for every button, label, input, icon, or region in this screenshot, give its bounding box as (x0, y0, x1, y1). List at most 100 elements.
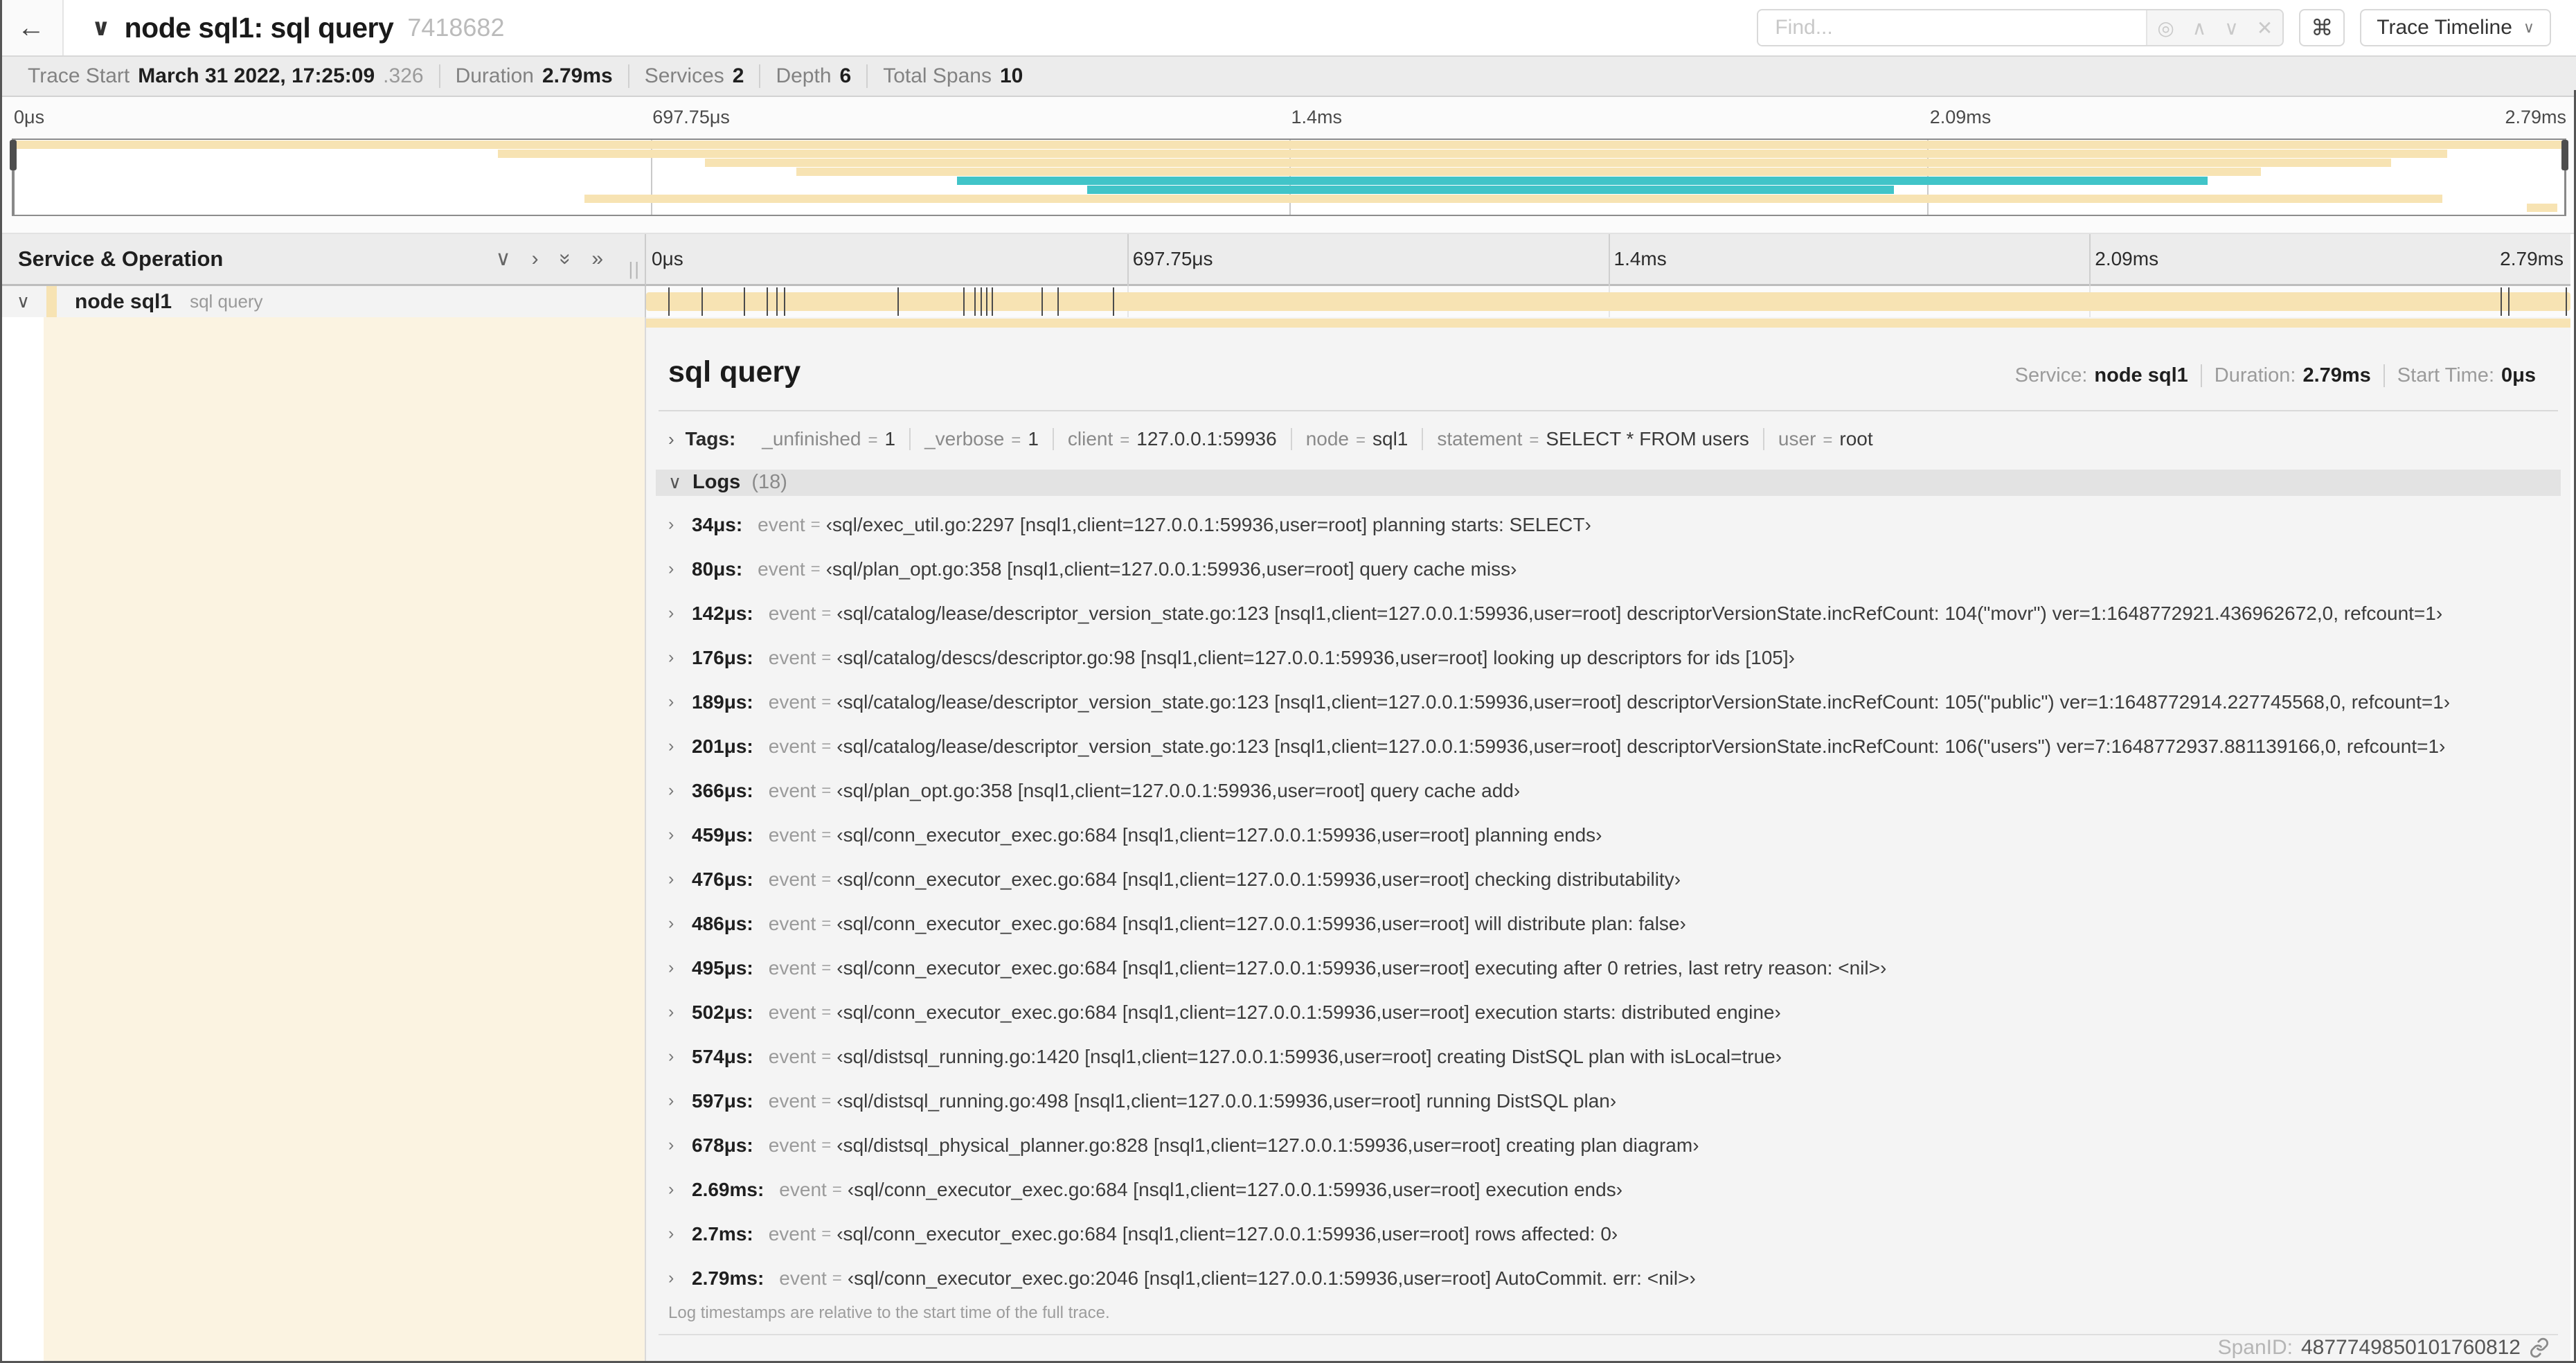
log-event-tick (2500, 287, 2502, 316)
log-equals: = (810, 515, 821, 534)
log-field-key: event (768, 691, 816, 713)
page-title: node sql1: sql query (124, 11, 394, 44)
log-field-key: event (768, 868, 816, 890)
log-entry[interactable]: › 459μs: event = ‹sql/conn_executor_exec.go:… (656, 813, 2561, 857)
collapse-trace-chevron-icon[interactable]: ∨ (91, 14, 111, 42)
log-entry[interactable]: › 502μs: event = ‹sql/conn_executor_exec.go:… (656, 990, 2561, 1035)
chevron-right-icon: › (668, 515, 674, 534)
detail-meta-label: Start Time: (2397, 364, 2494, 386)
log-timestamp: 176μs: (692, 646, 753, 668)
logs-header[interactable]: ∨ Logs (18) (656, 470, 2561, 496)
log-equals: = (832, 1268, 842, 1288)
log-entry[interactable]: › 2.69ms: event = ‹sql/conn_executor_exec.go… (656, 1168, 2561, 1212)
spanid-value: 4877749850101760812 (2300, 1336, 2521, 1360)
collapse-children-chevron-icon[interactable]: ∨ (17, 291, 30, 312)
log-field-key: event (768, 779, 816, 801)
log-entry[interactable]: › 2.79ms: event = ‹sql/conn_executor_exec.go… (656, 1256, 2561, 1301)
keyboard-shortcuts-button[interactable]: ⌘ (2299, 9, 2345, 46)
tag-item: node = sql1 (1290, 428, 1422, 450)
log-equals: = (821, 692, 832, 711)
log-entry[interactable]: › 597μs: event = ‹sql/distsql_running.go:498… (656, 1079, 2561, 1123)
log-entry[interactable]: › 80μs: event = ‹sql/plan_opt.go:358 [nsql1,… (656, 547, 2561, 591)
summary-label: Depth (776, 64, 832, 87)
log-field-key: event (779, 1178, 827, 1200)
expand-all-icon[interactable]: » (554, 253, 577, 265)
summary-label: Duration (455, 64, 534, 87)
collapse-one-level-icon[interactable]: ∨ (496, 249, 511, 269)
log-field-value: ‹sql/plan_opt.go:358 [nsql1,client=127.0… (837, 779, 1521, 801)
collapse-all-icon[interactable]: » (591, 249, 603, 269)
chevron-right-icon: › (668, 1179, 674, 1199)
spanid-label: SpanID: (2217, 1336, 2293, 1360)
top-header: ← ∨ node sql1: sql query 7418682 ◎ ∧ ∨ ✕… (0, 0, 2576, 57)
span-row[interactable]: ∨ node sql1 sql query (0, 286, 2576, 317)
chevron-right-icon: › (668, 1046, 674, 1066)
span-duration-bar[interactable] (646, 292, 2570, 311)
log-equals: = (821, 1091, 832, 1110)
service-operation-header: Service & Operation ∨ › » » || (0, 234, 646, 286)
locate-icon[interactable]: ◎ (2157, 17, 2174, 39)
log-entry[interactable]: › 201μs: event = ‹sql/catalog/lease/descript… (656, 724, 2561, 769)
minimap-left-scrubber-handle[interactable] (10, 140, 17, 170)
log-entry[interactable]: › 486μs: event = ‹sql/conn_executor_exec.go:… (656, 902, 2561, 946)
window-edge-left (0, 0, 2, 1363)
summary-item: Trace Start March 31 2022, 17:25:09 .326 (12, 64, 439, 88)
minimap-span-bar (796, 168, 2262, 176)
view-selector-button[interactable]: Trace Timeline ∨ (2360, 9, 2551, 46)
log-entry[interactable]: › 34μs: event = ‹sql/exec_util.go:2297 [nsql… (656, 503, 2561, 547)
detail-meta-value: 0μs (2501, 364, 2536, 386)
minimap-span-bar (584, 195, 2443, 203)
minimap-canvas[interactable] (10, 139, 2568, 216)
clear-search-icon[interactable]: ✕ (2257, 17, 2273, 39)
log-field-value: ‹sql/conn_executor_exec.go:684 [nsql1,cl… (837, 868, 1681, 890)
log-entry[interactable]: › 366μs: event = ‹sql/plan_opt.go:358 [nsql1… (656, 769, 2561, 813)
tag-item: _verbose = 1 (909, 428, 1053, 450)
tags-row[interactable]: › Tags: _unfinished = 1 _verbose = 1 client = 12… (656, 428, 2561, 450)
log-entry[interactable]: › 495μs: event = ‹sql/conn_executor_exec.go:… (656, 946, 2561, 990)
log-event-tick (1113, 287, 1115, 316)
log-equals: = (832, 1179, 842, 1199)
detail-meta-value: node sql1 (2094, 364, 2188, 386)
find-icons: ◎ ∧ ∨ ✕ (2146, 10, 2283, 45)
tag-key: statement (1437, 428, 1523, 449)
log-entry[interactable]: › 176μs: event = ‹sql/catalog/descs/descript… (656, 636, 2561, 680)
find-group: ◎ ∧ ∨ ✕ (1757, 9, 2284, 46)
log-timestamp: 366μs: (692, 779, 753, 801)
log-event-tick (985, 287, 987, 316)
log-field-value: ‹sql/exec_util.go:2297 [nsql1,client=127… (825, 513, 1591, 535)
tag-value: sql1 (1372, 428, 1408, 449)
tag-key: client (1067, 428, 1113, 449)
log-field-key: event (768, 1222, 816, 1245)
span-name-cell[interactable]: ∨ node sql1 sql query (0, 286, 646, 317)
chevron-right-icon: › (668, 869, 674, 889)
logs-footnote: Log timestamps are relative to the start… (668, 1303, 1110, 1322)
next-result-icon[interactable]: ∨ (2224, 17, 2239, 39)
tag-item: statement = SELECT * FROM users (1422, 428, 1763, 450)
log-entry[interactable]: › 678μs: event = ‹sql/distsql_physical_plann… (656, 1123, 2561, 1168)
logs-count: (18) (751, 471, 787, 494)
deep-link-icon[interactable] (2529, 1337, 2550, 1358)
log-field-key: event (768, 1134, 816, 1156)
log-entry[interactable]: › 2.7ms: event = ‹sql/conn_executor_exec.go:… (656, 1212, 2561, 1256)
summary-value: 2.79ms (542, 64, 613, 87)
prev-result-icon[interactable]: ∧ (2192, 17, 2207, 39)
minimap-right-scrubber-handle[interactable] (2561, 140, 2568, 170)
span-bar-cell[interactable] (646, 286, 2570, 317)
log-entry[interactable]: › 189μs: event = ‹sql/catalog/lease/descript… (656, 680, 2561, 724)
tag-key: _verbose (924, 428, 1005, 449)
service-operation-title: Service & Operation (18, 247, 224, 271)
chevron-right-icon: › (668, 603, 674, 623)
column-resizer-grip[interactable]: || (628, 258, 641, 280)
log-entry[interactable]: › 476μs: event = ‹sql/conn_executor_exec.go:… (656, 857, 2561, 902)
log-field-value: ‹sql/distsql_running.go:498 [nsql1,clien… (837, 1089, 1617, 1112)
minimap-time-label: 697.75μs (652, 107, 730, 127)
log-entry[interactable]: › 574μs: event = ‹sql/distsql_running.go:142… (656, 1035, 2561, 1079)
log-event-tick (2508, 287, 2510, 316)
back-button[interactable]: ← (0, 0, 64, 55)
find-input[interactable] (1758, 10, 2147, 45)
trace-title-wrap: ∨ node sql1: sql query 7418682 (91, 12, 1757, 44)
expand-one-level-icon[interactable]: › (532, 249, 539, 269)
log-equals: = (821, 781, 832, 800)
log-entry[interactable]: › 142μs: event = ‹sql/catalog/lease/descript… (656, 591, 2561, 636)
summary-value: 6 (839, 64, 852, 87)
